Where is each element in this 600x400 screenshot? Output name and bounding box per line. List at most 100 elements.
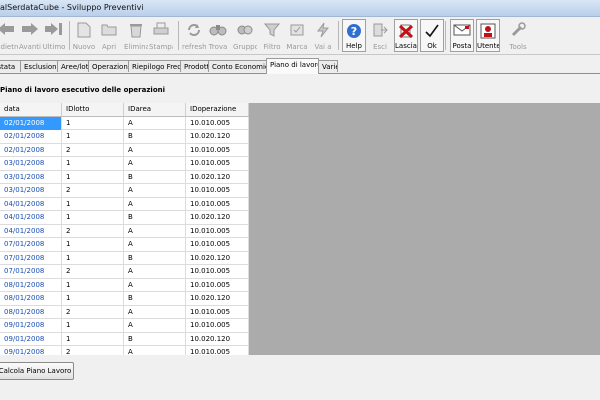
cell-idarea[interactable]: B [124,211,186,224]
vai-a-button[interactable]: Vai a [311,19,335,52]
table-row[interactable]: 03/01/2008 1 A 10.010.005 [0,157,249,171]
tab-piano-di-lavoro[interactable]: Piano di lavoro [266,58,319,74]
utente-button[interactable]: Utente [476,19,500,52]
cell-idoperazione[interactable]: 10.020.120 [186,251,249,265]
trova-button[interactable]: Trova [206,19,230,52]
refresh-button[interactable]: refresh [182,19,206,52]
cell-idarea[interactable]: A [124,224,186,238]
cell-idlotto[interactable]: 2 [62,305,124,319]
cell-data[interactable]: 07/01/2008 [0,265,62,278]
table-row[interactable]: 09/01/2008 2 A 10.010.005 [0,346,249,355]
tab-esclusioni[interactable]: Esclusioni [20,60,58,72]
cell-data[interactable]: 03/01/2008 [0,184,62,197]
cell-idarea[interactable]: B [124,170,186,184]
cell-data[interactable]: 02/01/2008 [0,116,62,130]
cell-idarea[interactable]: A [124,305,186,319]
elimina-button[interactable]: Elimina [124,19,148,52]
cell-idlotto[interactable]: 1 [62,238,124,251]
cell-idoperazione[interactable]: 10.010.005 [186,319,249,332]
cell-idarea[interactable]: B [124,251,186,265]
cell-idoperazione[interactable]: 10.010.005 [186,157,249,170]
cell-idarea[interactable]: A [124,143,186,157]
tab-aree-lotti[interactable]: Aree/lotti [57,60,89,72]
calcola-piano-lavoro-button[interactable]: Calcola Piano Lavoro [0,362,74,380]
cell-idoperazione[interactable]: 10.010.005 [186,238,249,251]
cell-idoperazione[interactable]: 10.010.005 [186,197,249,211]
lascia-button[interactable]: Lascia [394,19,418,52]
cell-idarea[interactable]: A [124,319,186,332]
table-row[interactable]: 08/01/2008 2 A 10.010.005 [0,305,249,319]
table-row[interactable]: 03/01/2008 2 A 10.010.005 [0,184,249,198]
cell-data[interactable]: 07/01/2008 [0,238,62,251]
cell-idoperazione[interactable]: 10.020.120 [186,130,249,143]
table-row[interactable]: 09/01/2008 1 A 10.010.005 [0,319,249,333]
cell-data[interactable]: 09/01/2008 [0,319,62,332]
cell-idoperazione[interactable]: 10.020.120 [186,170,249,184]
cell-idlotto[interactable]: 2 [62,143,124,157]
cell-idlotto[interactable]: 1 [62,278,124,292]
data-grid[interactable]: data IDlotto IDarea IDoperazione 02/01/2008… [0,103,249,355]
cell-data[interactable]: 02/01/2008 [0,130,62,143]
table-row[interactable]: 08/01/2008 1 B 10.020.120 [0,292,249,306]
cell-data[interactable]: 09/01/2008 [0,332,62,346]
esci-button[interactable]: Esci [368,19,392,52]
table-row[interactable]: 04/01/2008 2 A 10.010.005 [0,224,249,238]
table-row[interactable]: 04/01/2008 1 A 10.010.005 [0,197,249,211]
table-row[interactable]: 07/01/2008 2 A 10.010.005 [0,265,249,279]
ultimo-button[interactable]: Ultimo [42,19,66,52]
cell-idlotto[interactable]: 1 [62,292,124,305]
cell-idoperazione[interactable]: 10.010.005 [186,143,249,157]
avanti-button[interactable]: Avanti [18,19,42,52]
cell-idarea[interactable]: A [124,265,186,278]
posta-button[interactable]: Posta [450,19,474,52]
table-row[interactable]: 02/01/2008 1 A 10.010.005 [0,116,249,130]
cell-idarea[interactable]: B [124,292,186,305]
tab-conto-economico[interactable]: Conto Economico [208,60,267,72]
tab-testata[interactable]: Testata [0,60,21,72]
cell-idoperazione[interactable]: 10.010.005 [186,116,249,130]
nuovo-button[interactable]: Nuovo [72,19,96,52]
cell-data[interactable]: 08/01/2008 [0,278,62,292]
filtro-button[interactable]: Filtro [260,19,284,52]
cell-data[interactable]: 09/01/2008 [0,346,62,355]
help-button[interactable]: ? Help [342,19,366,52]
cell-data[interactable]: 04/01/2008 [0,197,62,211]
cell-idoperazione[interactable]: 10.010.005 [186,305,249,319]
table-row[interactable]: 04/01/2008 1 B 10.020.120 [0,211,249,225]
table-row[interactable]: 02/01/2008 1 B 10.020.120 [0,130,249,144]
table-row[interactable]: 02/01/2008 2 A 10.010.005 [0,143,249,157]
cell-idlotto[interactable]: 1 [62,319,124,332]
column-header-idoperazione[interactable]: IDoperazione [186,103,249,116]
tab-operazioni[interactable]: Operazioni [88,60,129,72]
tab-riepilogo-freq[interactable]: Riepilogo Freq. [128,60,181,72]
table-row[interactable]: 03/01/2008 1 B 10.020.120 [0,170,249,184]
cell-idlotto[interactable]: 2 [62,184,124,197]
cell-idlotto[interactable]: 1 [62,211,124,224]
tools-button[interactable]: Tools [506,19,530,52]
cell-idoperazione[interactable]: 10.020.120 [186,292,249,305]
tab-prodotti[interactable]: Prodotti [180,60,209,72]
cell-data[interactable]: 02/01/2008 [0,143,62,157]
cell-idarea[interactable]: B [124,332,186,346]
cell-idoperazione[interactable]: 10.010.005 [186,278,249,292]
gruppo-button[interactable]: Gruppo [233,19,257,52]
column-header-idlotto[interactable]: IDlotto [62,103,124,116]
cell-idlotto[interactable]: 1 [62,332,124,346]
cell-data[interactable]: 03/01/2008 [0,170,62,184]
cell-idarea[interactable]: A [124,184,186,197]
cell-data[interactable]: 03/01/2008 [0,157,62,170]
cell-idoperazione[interactable]: 10.010.005 [186,346,249,355]
cell-idoperazione[interactable]: 10.010.005 [186,224,249,238]
cell-idarea[interactable]: B [124,130,186,143]
stampa-button[interactable]: Stampa [149,19,173,52]
cell-idarea[interactable]: A [124,238,186,251]
cell-data[interactable]: 08/01/2008 [0,292,62,305]
cell-idlotto[interactable]: 2 [62,265,124,278]
cell-idlotto[interactable]: 1 [62,251,124,265]
cell-idarea[interactable]: A [124,157,186,170]
column-header-data[interactable]: data [0,103,62,116]
table-row[interactable]: 07/01/2008 1 A 10.010.005 [0,238,249,252]
cell-idoperazione[interactable]: 10.010.005 [186,184,249,197]
table-row[interactable]: 07/01/2008 1 B 10.020.120 [0,251,249,265]
cell-idarea[interactable]: A [124,278,186,292]
